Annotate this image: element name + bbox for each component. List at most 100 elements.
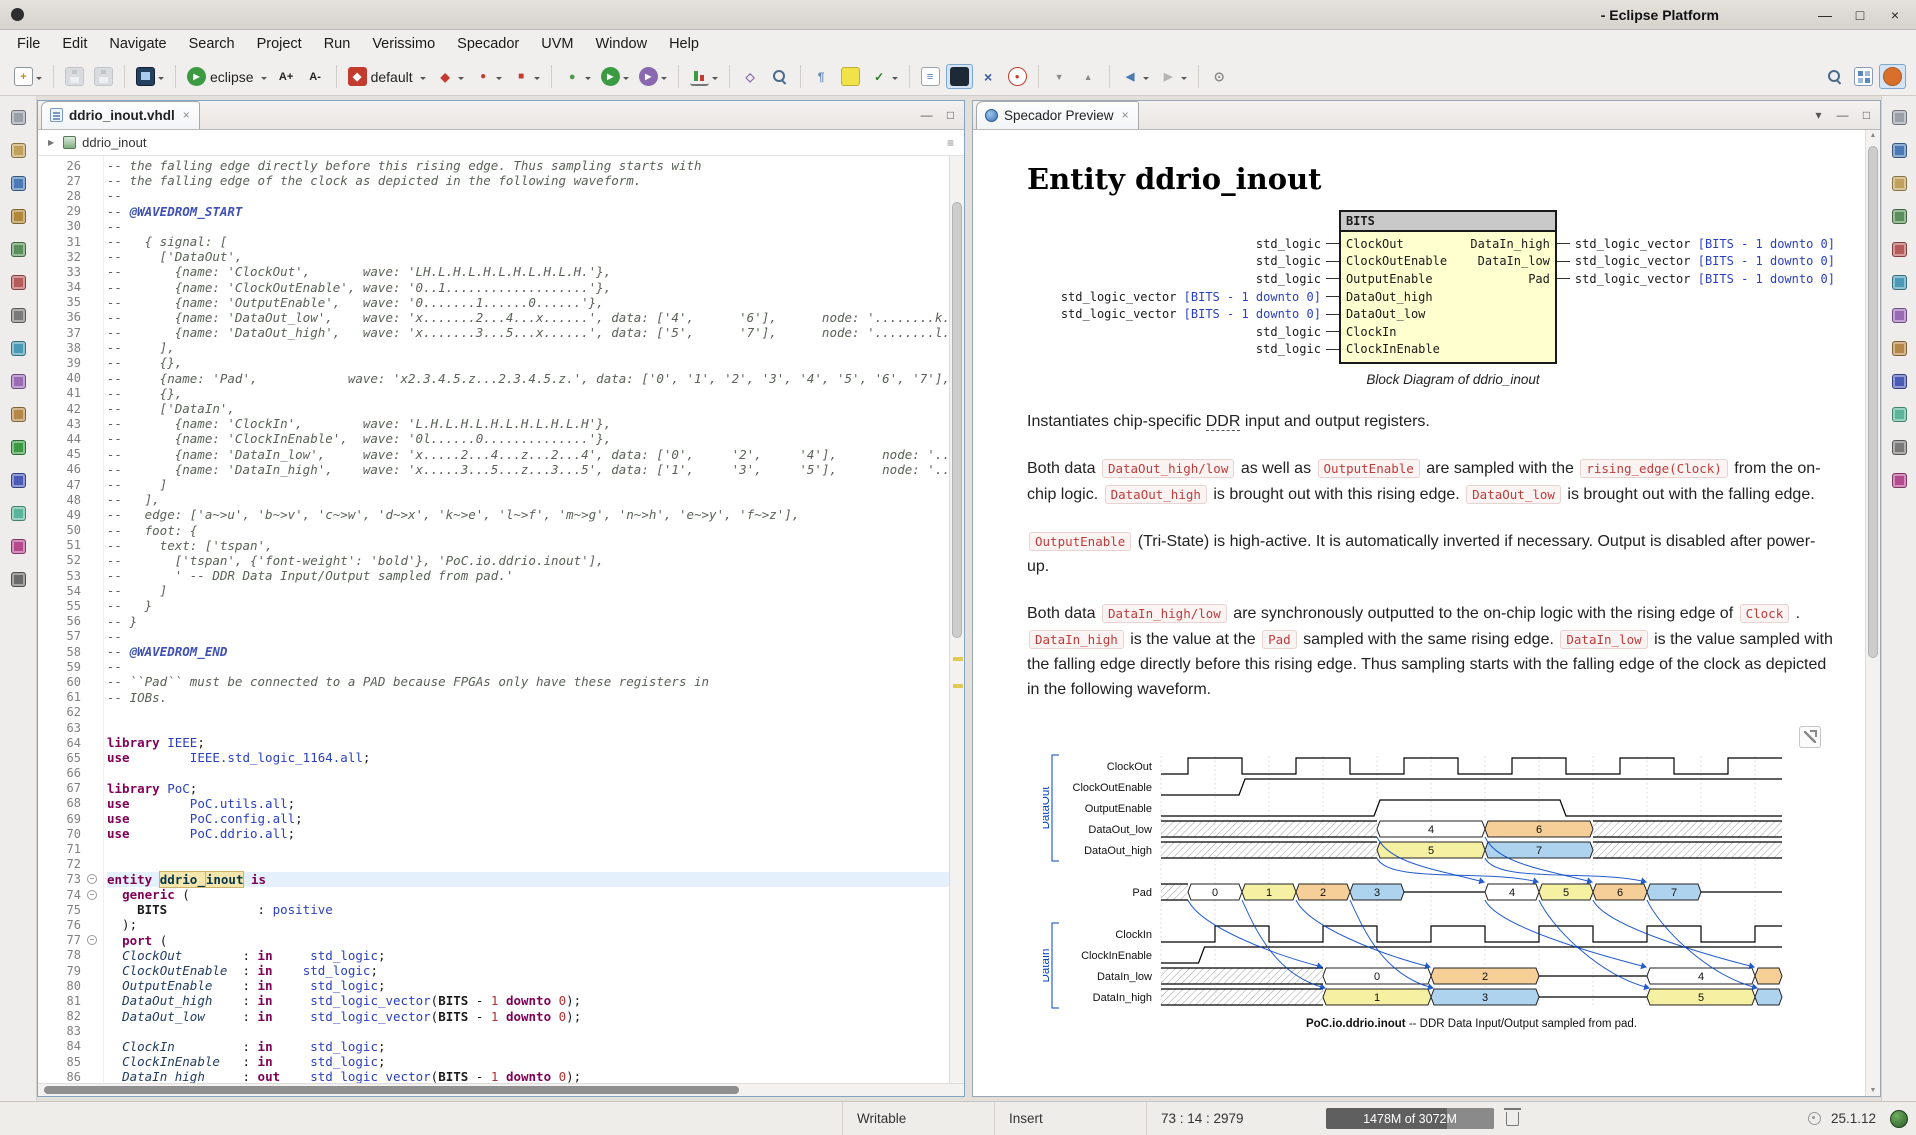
maximize-button[interactable]: □ <box>1849 4 1871 26</box>
dvt-x-button[interactable]: × <box>975 64 1002 89</box>
code-line-54[interactable]: -- ] <box>107 583 949 598</box>
new-wizard-button[interactable]: ◇ <box>737 64 764 89</box>
code-line-52[interactable]: -- ['tspan', {'font-weight': 'bold'}, 'P… <box>107 553 949 568</box>
code-line-61[interactable]: -- IOBs. <box>107 690 949 705</box>
minimize-editor-icon[interactable]: — <box>919 108 934 122</box>
code-line-84[interactable]: ClockIn : in std_logic; <box>107 1039 949 1054</box>
run-button[interactable]: ▶ <box>597 64 633 89</box>
code-line-60[interactable]: -- ``Pad`` must be connected to a PAD be… <box>107 674 949 689</box>
code-line-51[interactable]: -- text: ['tspan', <box>107 538 949 553</box>
code-line-70[interactable]: use PoC.ddrio.all; <box>107 826 949 841</box>
verissimo-tool-button[interactable]: ● <box>470 64 506 89</box>
expand-waveform-button[interactable] <box>1799 726 1821 748</box>
menu-search[interactable]: Search <box>178 33 246 55</box>
compile-order-view-icon[interactable] <box>11 506 26 521</box>
code-line-67[interactable]: library PoC; <box>107 781 949 796</box>
code-line-46[interactable]: -- {name: 'DataIn_high', wave: 'x.....3.… <box>107 462 949 477</box>
previous-annotation-button[interactable]: ▲ <box>1075 64 1102 89</box>
code-line-75[interactable]: BITS : positive <box>107 902 949 917</box>
block-selection-button[interactable] <box>946 64 973 89</box>
scrollbar-thumb[interactable] <box>952 202 962 638</box>
restore-right-views-icon[interactable] <box>1892 110 1907 125</box>
outline-view-icon[interactable] <box>11 374 26 389</box>
code-line-86[interactable]: DataIn_high : out std_logic_vector(BITS … <box>107 1069 949 1083</box>
save-button[interactable] <box>61 64 88 89</box>
code-line-59[interactable]: -- <box>107 659 949 674</box>
code-line-28[interactable]: -- <box>107 188 949 203</box>
specador-tool-button-dropdown-icon[interactable] <box>458 77 464 83</box>
menu-file[interactable]: File <box>6 33 51 55</box>
close-preview-tab-icon[interactable]: × <box>1122 108 1129 122</box>
record-button[interactable]: ● <box>1004 64 1031 89</box>
new-button-dropdown-icon[interactable] <box>36 77 42 83</box>
code-line-66[interactable] <box>107 766 949 781</box>
maximize-view-icon[interactable]: □ <box>1859 108 1874 122</box>
code-area[interactable]: 2627282930313233343536373839404142434445… <box>38 156 964 1083</box>
menu-uvm[interactable]: UVM <box>530 33 584 55</box>
compile-tool-button-dropdown-icon[interactable] <box>534 77 540 83</box>
menu-navigate[interactable]: Navigate <box>98 33 177 55</box>
profile-button-dropdown-icon[interactable] <box>661 77 667 83</box>
code-line-80[interactable]: OutputEnable : in std_logic; <box>107 978 949 993</box>
view-menu-icon[interactable]: ▾ <box>1811 108 1826 122</box>
code-line-56[interactable]: -- } <box>107 614 949 629</box>
properties-view-icon[interactable] <box>1892 308 1907 323</box>
code-line-50[interactable]: -- foot: { <box>107 523 949 538</box>
code-line-35[interactable]: -- {name: 'OutputEnable', wave: '0......… <box>107 295 949 310</box>
code-line-62[interactable] <box>107 705 949 720</box>
code-line-77[interactable]: port ( <box>107 933 949 948</box>
next-annotation-button[interactable]: ▼ <box>1046 64 1073 89</box>
scrollbar-thumb[interactable] <box>1868 146 1878 658</box>
code-line-31[interactable]: -- { signal: [ <box>107 234 949 249</box>
code-line-27[interactable]: -- the falling edge of the clock as depi… <box>107 173 949 188</box>
search-flashlight-button[interactable] <box>766 64 793 89</box>
menu-specador[interactable]: Specador <box>446 33 530 55</box>
menu-verissimo[interactable]: Verissimo <box>361 33 446 55</box>
tasks-view-icon[interactable] <box>11 242 26 257</box>
bookmarks-view-icon[interactable] <box>11 275 26 290</box>
new-button[interactable]: + <box>10 64 46 89</box>
hierarchy-view-icon[interactable] <box>11 407 26 422</box>
scroll-up-icon[interactable]: ▲ <box>1866 132 1880 139</box>
git-view-icon[interactable] <box>11 341 26 356</box>
code-line-41[interactable]: -- {}, <box>107 386 949 401</box>
code-line-82[interactable]: DataOut_low : in std_logic_vector(BITS -… <box>107 1009 949 1024</box>
minimize-view-icon[interactable]: — <box>1835 108 1850 122</box>
launch-icon[interactable] <box>1890 1110 1908 1128</box>
code-line-43[interactable]: -- {name: 'ClockIn', wave: 'L.H.L.H.L.H.… <box>107 416 949 431</box>
forward-history-button-dropdown-icon[interactable] <box>1181 77 1187 83</box>
garbage-collect-icon[interactable] <box>1506 1112 1519 1126</box>
code-line-65[interactable]: use IEEE.std_logic_1164.all; <box>107 750 949 765</box>
code-line-63[interactable] <box>107 720 949 735</box>
mark-occurrences-button[interactable] <box>837 64 864 89</box>
quick-access-button[interactable] <box>1821 64 1848 89</box>
code-line-68[interactable]: use PoC.utils.all; <box>107 796 949 811</box>
code-line-33[interactable]: -- {name: 'ClockOut', wave: 'LH.L.H.L.H.… <box>107 264 949 279</box>
code-line-42[interactable]: -- ['DataIn', <box>107 401 949 416</box>
preview-view-icon[interactable] <box>1892 143 1907 158</box>
verissimo-tool-button-dropdown-icon[interactable] <box>496 77 502 83</box>
code-line-78[interactable]: ClockOut : in std_logic; <box>107 948 949 963</box>
specador-perspective-button[interactable] <box>1879 64 1906 89</box>
code-line-37[interactable]: -- {name: 'DataOut_high', wave: 'x......… <box>107 325 949 340</box>
schematic-view-icon[interactable] <box>1892 275 1907 290</box>
code-line-57[interactable]: -- <box>107 629 949 644</box>
code-style-combo-dropdown-icon[interactable] <box>420 77 426 83</box>
app-icon[interactable] <box>11 8 24 21</box>
fold-collapse-icon[interactable]: − <box>87 890 97 900</box>
code-line-47[interactable]: -- ] <box>107 477 949 492</box>
occurrence-mark[interactable] <box>953 684 963 688</box>
code-line-45[interactable]: -- {name: 'DataIn_low', wave: 'x.....2..… <box>107 447 949 462</box>
pin-editor-button[interactable]: ⊙ <box>1206 64 1233 89</box>
code-line-44[interactable]: -- {name: 'ClockInEnable', wave: '0l....… <box>107 431 949 446</box>
breadcrumb-toggle-icon[interactable]: ≡ <box>947 136 954 150</box>
code-line-83[interactable] <box>107 1024 949 1039</box>
menu-edit[interactable]: Edit <box>51 33 98 55</box>
problems-view-icon[interactable] <box>11 209 26 224</box>
profile-button[interactable]: ▶ <box>635 64 671 89</box>
code-line-39[interactable]: -- {}, <box>107 355 949 370</box>
forward-history-button[interactable]: ▶ <box>1155 64 1191 89</box>
font-decrease-button[interactable]: A- <box>302 64 329 89</box>
code-line-81[interactable]: DataOut_high : in std_logic_vector(BITS … <box>107 993 949 1008</box>
debug-button-dropdown-icon[interactable] <box>585 77 591 83</box>
